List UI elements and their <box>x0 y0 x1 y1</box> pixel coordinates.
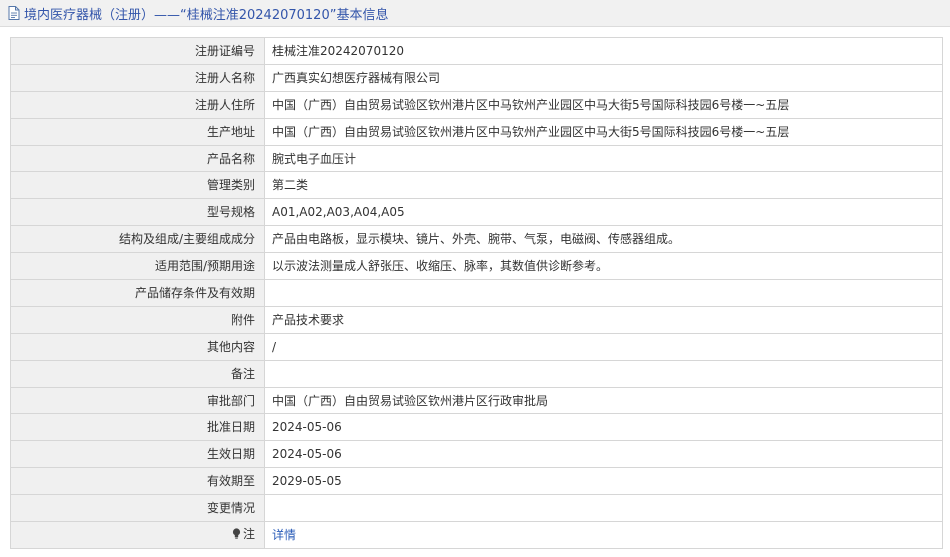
table-row-storage-validity: 产品储存条件及有效期 <box>10 279 943 307</box>
note-label: 注 <box>232 527 255 541</box>
row-value: 2029-05-05 <box>264 467 943 496</box>
row-value: 以示波法测量成人舒张压、收缩压、脉率，其数值供诊断参考。 <box>264 252 943 281</box>
table-row-model-spec: 型号规格 A01,A02,A03,A04,A05 <box>10 198 943 227</box>
row-label: 审批部门 <box>10 386 265 415</box>
document-icon <box>8 6 20 20</box>
row-value: 第二类 <box>264 171 943 200</box>
row-value: 广西真实幻想医疗器械有限公司 <box>264 63 943 92</box>
note-value: 详情 <box>264 521 943 549</box>
row-value: 桂械注准20242070120 <box>264 37 943 65</box>
row-value: 中国（广西）自由贸易试验区钦州港片区中马钦州产业园区中马大街5号国际科技园6号楼… <box>264 90 943 119</box>
row-value: 产品由电路板，显示模块、镜片、外壳、腕带、气泵，电磁阀、传感器组成。 <box>264 225 943 254</box>
table-row-effective-date: 生效日期 2024-05-06 <box>10 440 943 469</box>
table-row-intended-use: 适用范围/预期用途 以示波法测量成人舒张压、收缩压、脉率，其数值供诊断参考。 <box>10 252 943 281</box>
detail-link[interactable]: 详情 <box>272 528 296 542</box>
row-value <box>264 359 943 388</box>
row-label: 生效日期 <box>10 440 265 469</box>
table-row-management-category: 管理类别 第二类 <box>10 171 943 200</box>
note-label-cell: 注 <box>10 521 265 549</box>
table-row-note: 注 详情 <box>10 521 943 549</box>
row-value <box>264 494 943 523</box>
row-label: 附件 <box>10 305 265 334</box>
row-label: 备注 <box>10 359 265 388</box>
row-label: 产品名称 <box>10 144 265 173</box>
lightbulb-icon <box>232 528 241 539</box>
table-row-product-name: 产品名称 腕式电子血压计 <box>10 144 943 173</box>
info-table-body: 注册证编号 桂械注准20242070120 注册人名称 广西真实幻想医疗器械有限… <box>10 37 943 549</box>
row-value: 2024-05-06 <box>264 440 943 469</box>
row-label: 批准日期 <box>10 413 265 442</box>
row-label: 注册证编号 <box>10 37 265 65</box>
row-value: 中国（广西）自由贸易试验区钦州港片区行政审批局 <box>264 386 943 415</box>
table-row-remarks: 备注 <box>10 359 943 388</box>
row-label: 有效期至 <box>10 467 265 496</box>
row-value: 腕式电子血压计 <box>264 144 943 173</box>
row-label: 其他内容 <box>10 332 265 361</box>
row-label: 变更情况 <box>10 494 265 523</box>
row-label: 注册人住所 <box>10 90 265 119</box>
row-value: A01,A02,A03,A04,A05 <box>264 198 943 227</box>
note-label-text: 注 <box>242 526 255 541</box>
table-row-structure-composition: 结构及组成/主要组成成分 产品由电路板，显示模块、镜片、外壳、腕带、气泵，电磁阀… <box>10 225 943 254</box>
row-label: 生产地址 <box>10 117 265 146</box>
table-row-attachment: 附件 产品技术要求 <box>10 305 943 334</box>
info-table: 注册证编号 桂械注准20242070120 注册人名称 广西真实幻想医疗器械有限… <box>10 37 943 549</box>
table-row-valid-until: 有效期至 2029-05-05 <box>10 467 943 496</box>
row-value: 中国（广西）自由贸易试验区钦州港片区中马钦州产业园区中马大街5号国际科技园6号楼… <box>264 117 943 146</box>
table-row-approval-department: 审批部门 中国（广西）自由贸易试验区钦州港片区行政审批局 <box>10 386 943 415</box>
row-label: 管理类别 <box>10 171 265 200</box>
row-value: 产品技术要求 <box>264 305 943 334</box>
table-row-production-address: 生产地址 中国（广西）自由贸易试验区钦州港片区中马钦州产业园区中马大街5号国际科… <box>10 117 943 146</box>
row-label: 结构及组成/主要组成成分 <box>10 225 265 254</box>
table-row-registration-number: 注册证编号 桂械注准20242070120 <box>10 37 943 65</box>
table-row-registrant-name: 注册人名称 广西真实幻想医疗器械有限公司 <box>10 63 943 92</box>
table-row-approval-date: 批准日期 2024-05-06 <box>10 413 943 442</box>
table-row-other-content: 其他内容 / <box>10 332 943 361</box>
row-value <box>264 279 943 307</box>
page-header: 境内医疗器械（注册）——“桂械注准20242070120”基本信息 <box>0 0 950 27</box>
row-value: / <box>264 332 943 361</box>
page-title: 境内医疗器械（注册）——“桂械注准20242070120”基本信息 <box>24 7 389 23</box>
row-label: 注册人名称 <box>10 63 265 92</box>
row-label: 产品储存条件及有效期 <box>10 279 265 307</box>
row-value: 2024-05-06 <box>264 413 943 442</box>
row-label: 适用范围/预期用途 <box>10 252 265 281</box>
table-row-change-status: 变更情况 <box>10 494 943 523</box>
table-row-registrant-address: 注册人住所 中国（广西）自由贸易试验区钦州港片区中马钦州产业园区中马大街5号国际… <box>10 90 943 119</box>
row-label: 型号规格 <box>10 198 265 227</box>
